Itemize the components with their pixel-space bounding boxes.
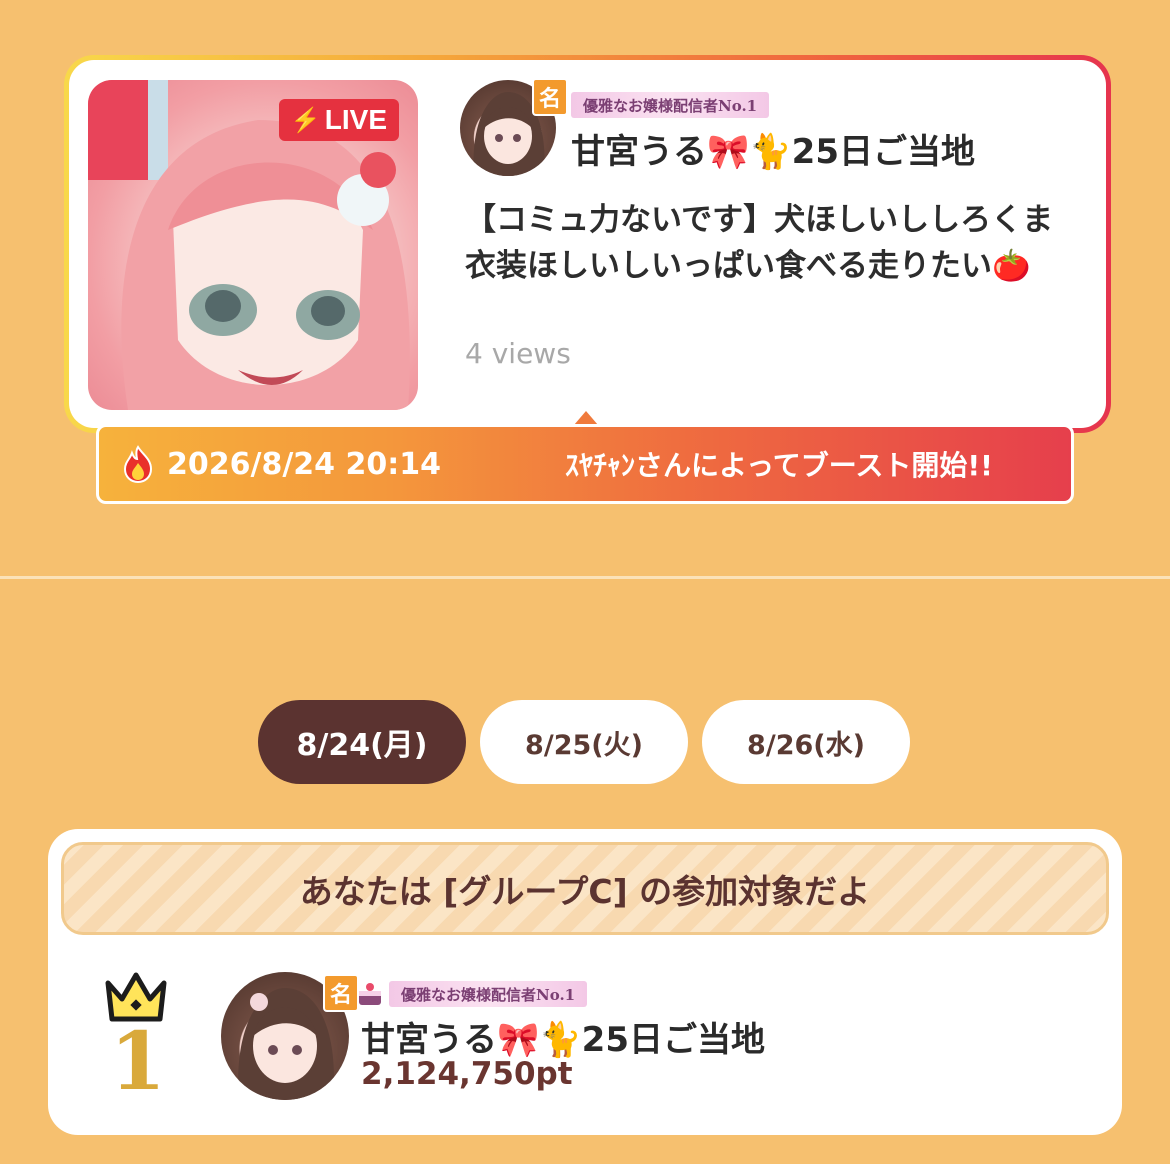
name-badge-icon: 名 [532,78,568,116]
boost-notification-bar: 2026/8/24 20:14 ｽﾔﾁｬﾝさんによってブースト開始!! [96,424,1074,504]
tab-date-1[interactable]: 8/25(火) [480,700,688,784]
live-badge: ⚡ LIVE [278,99,399,141]
streamer-name[interactable]: 甘宮うる🎀🐈25日ご当地 [571,124,975,173]
ranked-points: 2,124,750pt [361,1056,573,1092]
view-count: 4 views [465,337,571,370]
cake-icon [359,983,381,1005]
streamer-avatar[interactable]: 名 [460,78,568,176]
boost-pointer-arrow [574,411,598,425]
live-stream-card-body: ⚡ LIVE 名 優雅なお嬢様配信者No.1 甘宮うる🎀🐈25日ご当地 【コミュ… [69,60,1106,428]
tab-date-2[interactable]: 8/26(水) [702,700,910,784]
title-badge-label: 優雅なお嬢様配信者No.1 [571,92,770,118]
ranked-streamer-avatar[interactable]: 名 [221,972,359,1100]
group-eligibility-banner: あなたは [グループC] の参加対象だよ [61,842,1109,935]
stream-description: 【コミュ力ないです】犬ほしいししろくま衣装ほしいしいっぱい食べる走りたい🍅 [465,202,1054,284]
live-stream-card[interactable]: ⚡ LIVE 名 優雅なお嬢様配信者No.1 甘宮うる🎀🐈25日ご当地 【コミュ… [64,55,1111,433]
tab-date-0[interactable]: 8/24(月) [258,700,466,784]
live-label: LIVE [324,104,387,135]
fire-icon [123,445,153,483]
title-badge: 優雅なお嬢様配信者No.1 [567,90,770,120]
title-badge-label: 優雅なお嬢様配信者No.1 [389,981,588,1007]
boost-datetime: 2026/8/24 20:14 [167,446,441,482]
stream-thumbnail[interactable]: ⚡ LIVE [88,80,418,410]
date-tabs: 8/24(月) 8/25(火) 8/26(水) [258,700,910,784]
boost-message: ｽﾔﾁｬﾝさんによってブースト開始!! [565,449,993,482]
rank-number: 1 [110,1014,166,1108]
section-divider [0,576,1170,579]
ranking-card: あなたは [グループC] の参加対象だよ 1 名 優雅なお嬢様配信者No.1 甘… [48,829,1122,1135]
lightning-bolt-icon: ⚡ [290,106,321,134]
name-badge-icon: 名 [323,974,359,1012]
title-badge: 優雅なお嬢様配信者No.1 [355,979,588,1009]
ranked-streamer-name[interactable]: 甘宮うる🎀🐈25日ご当地 [361,1012,765,1061]
